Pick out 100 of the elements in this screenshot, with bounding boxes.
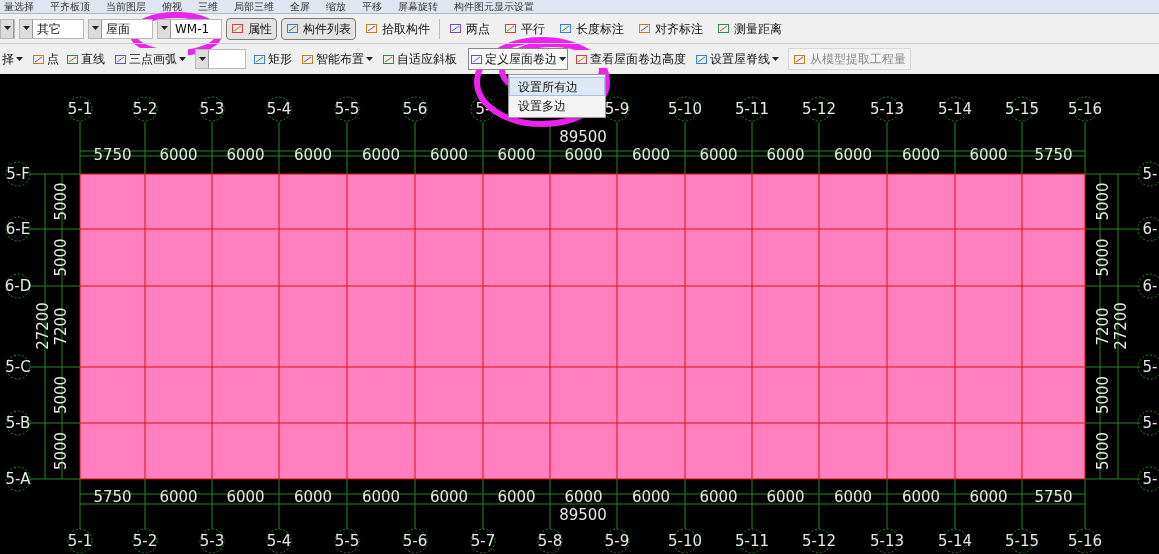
axis-marker: 5-F — [5, 161, 31, 187]
axis-marker: 5-9 — [604, 96, 630, 122]
toolbar-button[interactable]: 点 — [32, 50, 59, 68]
tool-icon — [449, 22, 462, 35]
toolbar-button[interactable]: 长度标注 — [554, 17, 629, 40]
dropdown-field[interactable]: 屋面 — [88, 18, 153, 39]
caret-icon — [91, 26, 99, 31]
dimension-text: 6000 — [631, 146, 671, 164]
dimension-text: 6000 — [901, 146, 941, 164]
caret-icon — [179, 56, 186, 62]
axis-marker: 5-7 — [470, 528, 496, 553]
dimension-text: 5000 — [52, 431, 70, 471]
toolbar-button[interactable]: 矩形 — [253, 50, 292, 68]
axis-marker: 5-3 — [199, 96, 225, 122]
toolbar-button[interactable]: 对齐标注 — [633, 17, 708, 40]
dimension-text: 5750 — [93, 488, 132, 506]
dimension-text: 6000 — [969, 488, 1008, 506]
axis-marker: 5-9 — [604, 528, 630, 553]
toolbar-button[interactable]: 构件列表 — [281, 17, 356, 40]
tool-icon — [365, 22, 378, 35]
toolbar-button[interactable]: 查看屋面卷边高度 — [575, 50, 686, 68]
toolbar-button[interactable]: 平移 — [362, 1, 382, 13]
axis-marker: 5- — [1137, 161, 1159, 187]
dimension-text: 7200 — [52, 307, 70, 346]
tool-icon — [470, 52, 483, 66]
dimension-text: 89500 — [559, 128, 607, 146]
dimension-text: 6000 — [901, 488, 941, 506]
toolbar-button[interactable]: 构件图元显示设置 — [454, 1, 534, 13]
caret-icon — [3, 26, 11, 31]
dimension-text: 5000 — [52, 182, 70, 221]
toolbar-button[interactable]: 缩放 — [326, 1, 346, 13]
axis-marker: 5-1 — [67, 96, 93, 122]
dimension-text: 6000 — [766, 488, 805, 506]
toolbar-button[interactable]: 平齐板顶 — [50, 1, 90, 13]
dimension-text: 6000 — [564, 146, 603, 164]
dimension-text: 6000 — [361, 488, 401, 506]
axis-marker: 6-E — [5, 216, 31, 242]
axis-marker: 5-4 — [266, 528, 292, 553]
axis-marker: 6-D — [4, 273, 32, 299]
toolbar-button[interactable]: 拾取构件 — [360, 17, 435, 40]
toolbar-button[interactable]: 直线 — [66, 50, 105, 68]
tool-icon — [253, 52, 266, 66]
axis-marker: 5-4 — [266, 96, 292, 122]
caret-icon — [772, 56, 779, 62]
toolbar-button[interactable]: 属性 — [226, 17, 277, 40]
dimension-text: 5000 — [1094, 182, 1112, 221]
toolbar-button[interactable]: 屏幕旋转 — [398, 1, 438, 13]
axis-marker: 5-A — [5, 466, 31, 492]
dimension-text: 27200 — [34, 302, 52, 350]
axis-marker: 5-5 — [334, 528, 360, 553]
toolbar-button[interactable]: 俯视 — [162, 1, 182, 13]
toolbar-button[interactable]: 量选择 — [4, 1, 34, 13]
dimension-text: 5750 — [1034, 146, 1073, 164]
dimension-text: 27200 — [1112, 302, 1130, 350]
tool-icon — [301, 52, 314, 66]
toolbar-button[interactable]: 当前图层 — [106, 1, 146, 13]
dimension-text: 6000 — [293, 146, 333, 164]
tool-icon — [286, 22, 299, 35]
dropdown-field[interactable] — [0, 18, 15, 39]
toolbar-button[interactable]: 测量距离 — [712, 17, 787, 40]
caret-icon — [160, 26, 168, 31]
dropdown-field[interactable]: WM-1 — [157, 18, 222, 39]
dimension-text: 5000 — [52, 238, 70, 277]
dimension-text: 6000 — [699, 488, 738, 506]
dimension-text: 6000 — [564, 488, 603, 506]
toolbar-button[interactable]: 平行 — [499, 17, 550, 40]
dimension-text: 7200 — [1094, 307, 1112, 346]
dropdown-field[interactable]: 其它 — [19, 18, 84, 39]
axis-marker: 5-1 — [67, 528, 93, 553]
dimension-text: 5000 — [1094, 375, 1112, 415]
dimension-text: 6000 — [833, 488, 873, 506]
dimension-text: 6000 — [429, 146, 469, 164]
dimension-text: 6000 — [766, 146, 805, 164]
dimension-text: 6000 — [361, 146, 401, 164]
toolbar-button[interactable]: 局部三维 — [234, 1, 274, 13]
caret-icon — [366, 56, 373, 62]
axis-marker: 5- — [1137, 466, 1159, 492]
axis-marker: 5-8 — [537, 528, 563, 553]
axis-marker: 5-5 — [334, 96, 360, 122]
tool-icon — [114, 52, 127, 66]
axis-marker: 5-C — [5, 354, 31, 380]
dimension-text: 6000 — [833, 146, 873, 164]
dimension-text: 6000 — [159, 146, 198, 164]
dimension-text: 6000 — [631, 488, 671, 506]
axis-marker: 5-2 — [132, 528, 158, 553]
tool-icon — [638, 22, 651, 35]
dropdown-field[interactable] — [195, 49, 246, 69]
dimension-text: 6000 — [497, 488, 536, 506]
axis-marker: 6- — [1137, 216, 1159, 242]
dimension-text: 6000 — [429, 488, 469, 506]
menu-item[interactable]: 设置多边 — [509, 96, 605, 115]
tool-icon — [504, 22, 517, 35]
tool-icon — [793, 52, 806, 66]
caret-icon — [16, 56, 23, 62]
tool-icon — [559, 22, 572, 35]
toolbar-button[interactable]: 自适应斜板 — [382, 50, 457, 68]
axis-marker: 5-2 — [132, 96, 158, 122]
toolbar-button[interactable]: 全屏 — [290, 1, 310, 13]
toolbar-button[interactable]: 三维 — [198, 1, 218, 13]
toolbar-button[interactable]: 两点 — [444, 17, 495, 40]
